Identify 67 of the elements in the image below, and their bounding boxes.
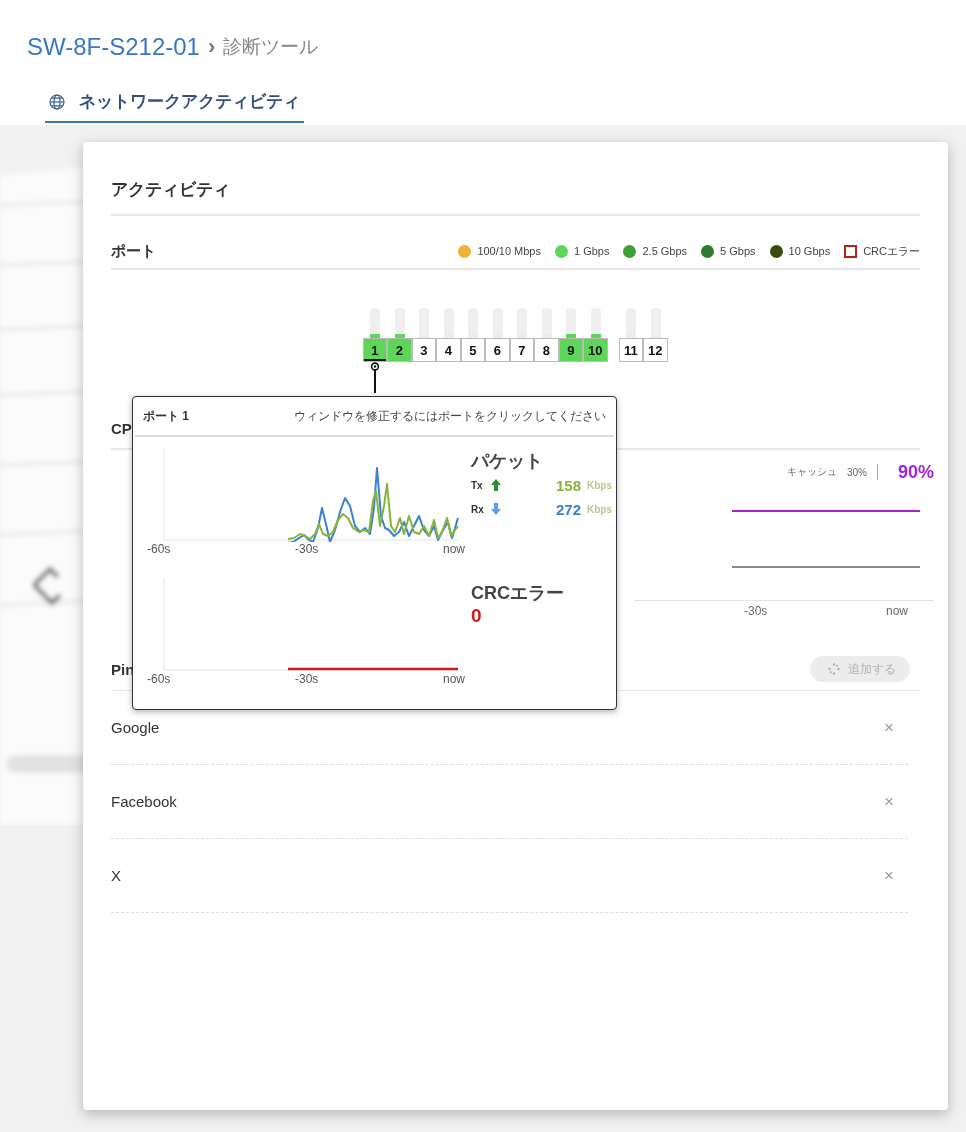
legend-label: 10 Gbps <box>788 245 831 257</box>
port[interactable]: 11 <box>618 338 643 362</box>
cable-stub <box>590 308 601 338</box>
popup-hint: ウィンドウを修正するにはポートをクリックしてください <box>294 407 606 425</box>
rate-value: 272 <box>555 500 581 518</box>
down-arrow-icon <box>491 503 501 515</box>
up-arrow-icon <box>491 479 501 491</box>
legend-label: 2.5 Gbps <box>642 245 688 257</box>
port[interactable]: 7 <box>509 338 534 362</box>
cable-stub <box>492 308 503 338</box>
cable-stub <box>468 308 479 338</box>
cable-stub <box>541 308 552 338</box>
axis-label: -30s <box>295 672 319 686</box>
breadcrumb-separator: › <box>207 34 216 60</box>
port[interactable]: 5 <box>460 338 485 362</box>
cable-stub <box>370 308 381 338</box>
legend-label: 1 Gbps <box>574 245 610 257</box>
cache-label: キャッシュ <box>786 465 837 479</box>
port[interactable]: 3 <box>411 338 436 362</box>
port[interactable]: 2 <box>387 338 412 362</box>
leader-line <box>370 362 380 393</box>
port[interactable]: 4 <box>436 338 461 362</box>
axis-label: now <box>442 672 465 686</box>
axis-label: -60s <box>147 542 171 556</box>
port[interactable]: 6 <box>485 338 510 362</box>
card-title: アクティビティ <box>111 178 920 216</box>
axis-label: -30s <box>295 542 319 556</box>
device-link[interactable]: SW-8F-S212-01 <box>27 33 200 61</box>
cable-stub <box>419 308 430 338</box>
rate-unit: Kbps <box>587 503 611 515</box>
spinner-icon <box>828 663 840 675</box>
rate-value: 158 <box>555 476 581 494</box>
host-name: Facebook <box>111 793 177 810</box>
cable-stub <box>394 308 405 338</box>
axis-label: -30s <box>744 604 768 618</box>
cable-stub <box>650 308 661 338</box>
section-title: ポート <box>111 241 156 261</box>
axis-label: now <box>442 542 465 556</box>
port[interactable]: 1 <box>362 338 387 362</box>
page-title: 診断ツール <box>223 35 319 59</box>
host-name: X <box>111 867 121 884</box>
popup-title: ポート 1 <box>143 407 189 425</box>
axis-label: now <box>886 604 908 618</box>
error-count: 0 <box>471 605 483 627</box>
cable-stub <box>626 308 637 338</box>
stat-title: パケット <box>471 450 544 473</box>
section-title: CP <box>111 419 132 437</box>
cache-value: 30% <box>846 466 867 478</box>
port[interactable]: 9 <box>558 338 583 362</box>
port[interactable]: 8 <box>534 338 559 362</box>
cable-stub <box>566 308 577 338</box>
legend-label: 100/10 Mbps <box>477 245 541 257</box>
legend-label: CRCエラー <box>863 243 920 259</box>
tab[interactable]: ネットワークアクティビティ <box>45 82 304 123</box>
axis-label: -60s <box>147 672 171 686</box>
port[interactable]: 10 <box>583 338 608 362</box>
rate-label: Rx <box>471 503 485 515</box>
rate-label: Tx <box>471 479 484 491</box>
usage-value: 90% <box>897 461 934 483</box>
legend-label: 5 Gbps <box>720 245 756 257</box>
cable-stub <box>517 308 528 338</box>
rate-unit: Kbps <box>587 479 611 491</box>
globe-icon <box>49 93 65 110</box>
stat-title: CRCエラー <box>471 582 565 605</box>
host-name: Google <box>111 719 160 736</box>
cable-stub <box>443 308 454 338</box>
port[interactable]: 12 <box>643 338 668 362</box>
